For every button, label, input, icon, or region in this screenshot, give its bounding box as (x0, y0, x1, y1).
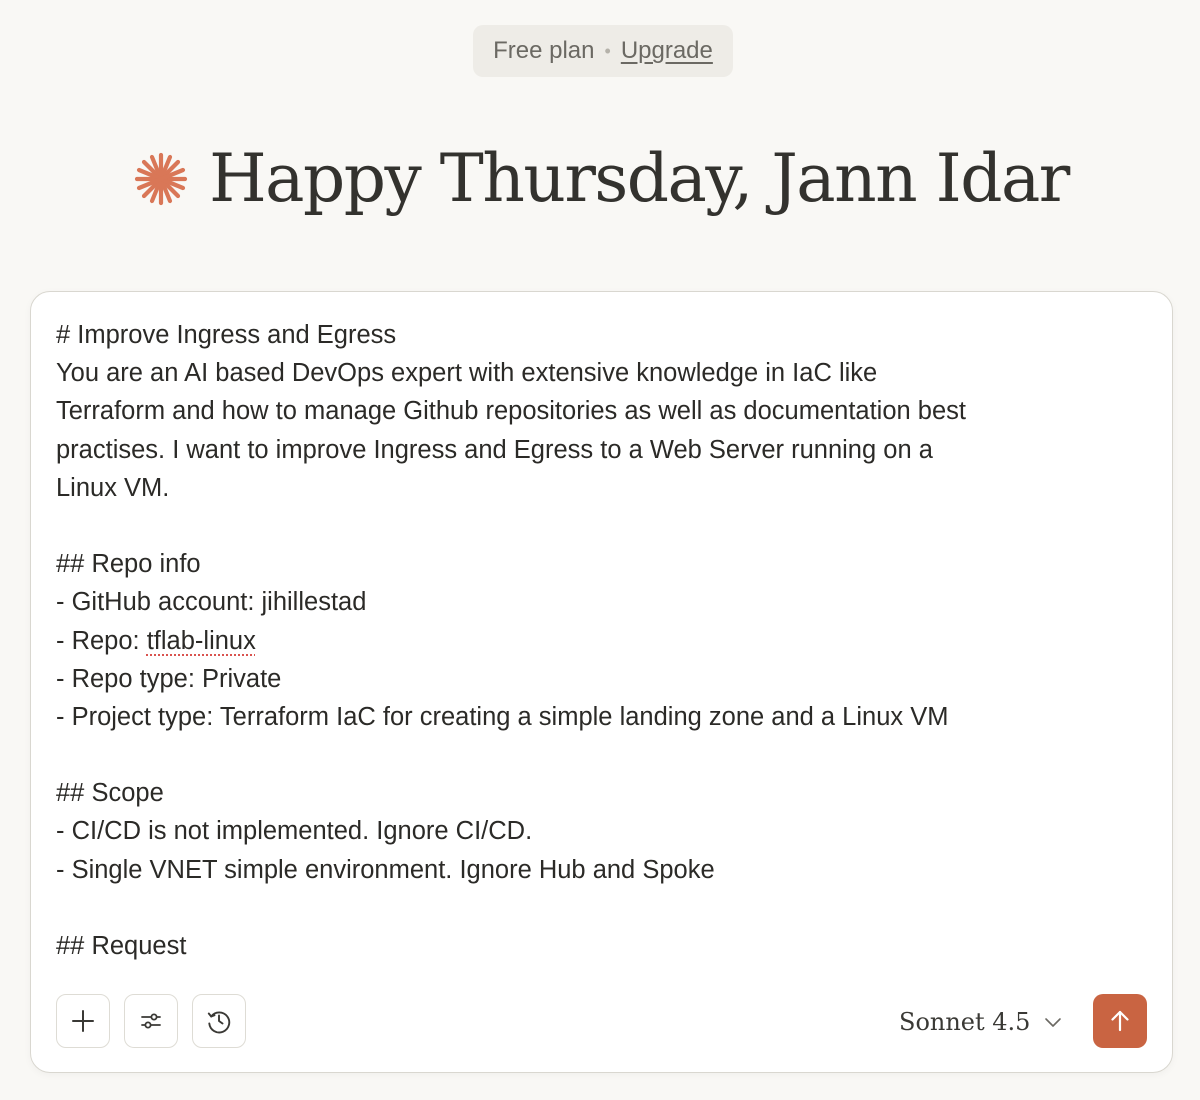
prompt-line: # Improve Ingress and Egress (56, 321, 397, 349)
prompt-line: - GitHub account: jihillestad (56, 588, 367, 617)
plan-badge: Free plan • Upgrade (473, 25, 733, 77)
model-label: Sonnet 4.5 (899, 1008, 1031, 1036)
prompt-line: You are an AI based DevOps expert with e… (56, 359, 878, 388)
prompt-line: ## Scope (56, 779, 164, 808)
prompt-line: Linux VM. (56, 473, 170, 502)
prompt-line: ## Repo info (56, 550, 201, 579)
clock-history-icon (207, 1011, 231, 1034)
greeting: Happy Thursday, Jann Idar (0, 140, 1200, 217)
tools-button[interactable] (124, 994, 178, 1048)
claude-spark-icon (135, 152, 188, 205)
prompt-line (56, 507, 1116, 545)
prompt-line: - Single VNET simple environment. Ignore… (56, 855, 715, 884)
prompt-line: ## Request (56, 932, 187, 960)
prompt-line: practises. I want to improve Ingress and… (56, 435, 933, 464)
plan-separator: • (604, 40, 611, 61)
send-button[interactable] (1093, 994, 1147, 1048)
arrow-up-icon (1111, 1010, 1129, 1032)
model-selector[interactable]: Sonnet 4.5 (899, 1004, 1064, 1040)
plan-label: Free plan (493, 37, 595, 64)
history-button[interactable] (192, 994, 246, 1048)
prompt-line: - Project type: Terraform IaC for creati… (56, 702, 949, 731)
plus-icon (72, 1010, 94, 1032)
chevron-down-icon (1045, 1018, 1062, 1027)
upgrade-link[interactable]: Upgrade (621, 37, 713, 65)
prompt-line-prefix: - Repo: (56, 626, 147, 655)
prompt-line: Terraform and how to manage Github repos… (56, 397, 966, 426)
prompt-line: - Repo: tflab-linux (56, 622, 1116, 660)
prompt-input[interactable]: # Improve Ingress and Egress You are an … (56, 316, 1116, 976)
prompt-composer: # Improve Ingress and Egress You are an … (30, 291, 1173, 1073)
prompt-line (56, 889, 1116, 927)
misspelled-word: tflab-linux (146, 626, 256, 655)
prompt-line: - CI/CD is not implemented. Ignore CI/CD… (56, 817, 533, 846)
prompt-line: - Repo type: Private (56, 664, 282, 693)
sliders-icon (141, 1013, 161, 1029)
prompt-line (56, 736, 1116, 774)
add-attachment-button[interactable] (56, 994, 110, 1048)
greeting-title: Happy Thursday, Jann Idar (209, 140, 1070, 217)
